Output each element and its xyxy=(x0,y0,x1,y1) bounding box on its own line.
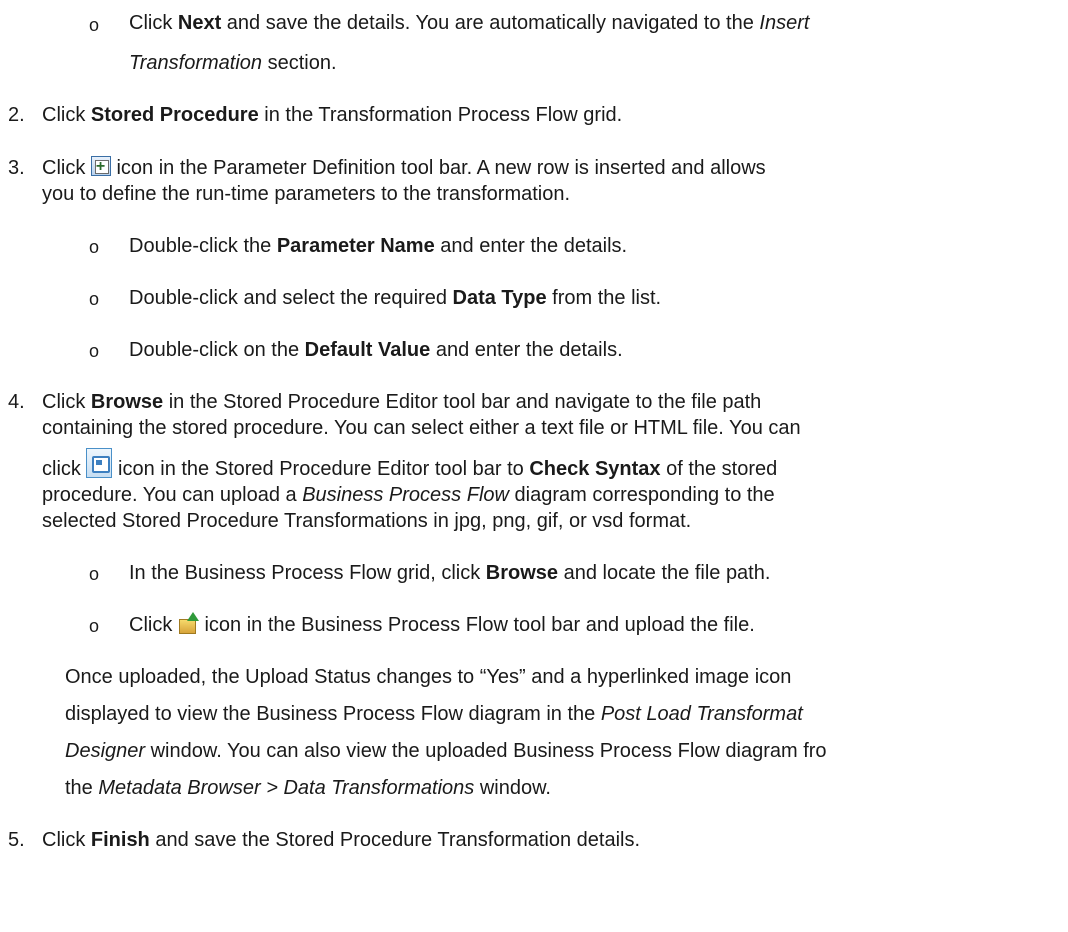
list-bullet: o xyxy=(89,289,100,309)
finish-label: Finish xyxy=(90,829,150,851)
designer-label: Designer xyxy=(65,740,146,762)
upload-note-line3: Designer window. You can also view the u… xyxy=(65,738,827,764)
upload-note-line2: displayed to view the Business Process F… xyxy=(65,701,803,727)
text: diagram corresponding to the xyxy=(508,484,775,506)
step5: 5. Click Finish and save the Stored Proc… xyxy=(0,827,640,853)
text: displayed to view the Business Process F… xyxy=(65,703,601,725)
list-bullet: o xyxy=(89,616,100,636)
step3-line1: 3. Click icon in the Parameter Definitio… xyxy=(0,154,1064,181)
text: Once uploaded, the Upload Status changes… xyxy=(65,666,792,688)
browse-label: Browse xyxy=(90,391,164,413)
check-syntax-icon xyxy=(86,447,113,478)
step4-line4: procedure. You can upload a Business Pro… xyxy=(42,482,775,508)
next-label: Next xyxy=(177,12,222,34)
text: from the list. xyxy=(546,287,662,309)
text: click xyxy=(42,458,87,480)
bold-term: Browse xyxy=(485,562,559,584)
list-bullet: o xyxy=(89,564,100,584)
step-number: 3. xyxy=(8,157,25,179)
upload-note-line4: the Metadata Browser > Data Transformati… xyxy=(65,775,551,801)
check-syntax-label: Check Syntax xyxy=(529,458,661,480)
insert-row-icon xyxy=(90,154,111,180)
text: Click xyxy=(42,829,91,851)
step1-line1: Click Next and save the details. You are… xyxy=(129,10,1064,36)
text: Click xyxy=(42,104,91,126)
data-type-instruction: Double-click and select the required Dat… xyxy=(129,285,661,311)
text: and save the details. You are automatica… xyxy=(221,12,760,34)
text: section. xyxy=(262,52,337,74)
bold-term: Default Value xyxy=(304,339,431,361)
browse-file-instruction: In the Business Process Flow grid, click… xyxy=(129,560,770,586)
list-bullet: o xyxy=(89,15,100,35)
step4-line3: click icon in the Stored Procedure Edito… xyxy=(42,447,778,482)
text: icon in the Parameter Definition tool ba… xyxy=(110,157,766,179)
step2: 2. Click Stored Procedure in the Transfo… xyxy=(0,102,622,128)
text: window. You can also view the uploaded B… xyxy=(145,740,827,762)
step-number: 5. xyxy=(8,829,25,851)
step3-line2: you to define the run-time parameters to… xyxy=(42,181,570,207)
text: Click xyxy=(129,12,178,34)
text: Click xyxy=(129,614,178,636)
text: selected Stored Procedure Transformation… xyxy=(42,510,692,532)
step-number: 4. xyxy=(8,391,25,413)
step1-line2: Transformation section. xyxy=(129,50,337,76)
text: icon in the Stored Procedure Editor tool… xyxy=(112,458,530,480)
text: Click xyxy=(42,157,91,179)
business-process-flow-label: Business Process Flow xyxy=(302,484,509,506)
text: of the stored xyxy=(660,458,778,480)
text: in the Stored Procedure Editor tool bar … xyxy=(163,391,762,413)
upload-file-instruction: Click icon in the Business Process Flow … xyxy=(129,612,755,638)
text: and locate the file path. xyxy=(558,562,771,584)
upload-icon xyxy=(178,612,199,635)
text: you to define the run-time parameters to… xyxy=(42,183,571,205)
metadata-browser-path: Metadata Browser > Data Transformations xyxy=(98,777,475,799)
upload-note-line1: Once uploaded, the Upload Status changes… xyxy=(65,664,791,690)
text: Double-click on the xyxy=(129,339,305,361)
text: and enter the details. xyxy=(434,235,628,257)
text: window. xyxy=(474,777,551,799)
text: and save the Stored Procedure Transforma… xyxy=(149,829,641,851)
list-bullet: o xyxy=(89,237,100,257)
text: In the Business Process Flow grid, click xyxy=(129,562,486,584)
parameter-name-instruction: Double-click the Parameter Name and ente… xyxy=(129,233,627,259)
text: icon in the Business Process Flow tool b… xyxy=(198,614,755,636)
bold-term: Parameter Name xyxy=(276,235,435,257)
step4-line5: selected Stored Procedure Transformation… xyxy=(42,508,691,534)
text: and enter the details. xyxy=(430,339,623,361)
text: the xyxy=(65,777,99,799)
transformation-label: Transformation xyxy=(129,52,263,74)
text: procedure. You can upload a xyxy=(42,484,303,506)
text: containing the stored procedure. You can… xyxy=(42,417,801,439)
text: Double-click the xyxy=(129,235,277,257)
step4-line2: containing the stored procedure. You can… xyxy=(42,415,801,441)
insert-label: Insert xyxy=(759,12,810,34)
text: in the Transformation Process Flow grid. xyxy=(258,104,623,126)
bold-term: Data Type xyxy=(452,287,547,309)
list-bullet: o xyxy=(89,341,100,361)
stored-procedure-label: Stored Procedure xyxy=(90,104,259,126)
step4-line1: 4. Click Browse in the Stored Procedure … xyxy=(0,389,1064,415)
text: Click xyxy=(42,391,91,413)
step-number: 2. xyxy=(8,104,25,126)
text: Double-click and select the required xyxy=(129,287,453,309)
default-value-instruction: Double-click on the Default Value and en… xyxy=(129,337,623,363)
post-load-label: Post Load Transformat xyxy=(600,703,803,725)
